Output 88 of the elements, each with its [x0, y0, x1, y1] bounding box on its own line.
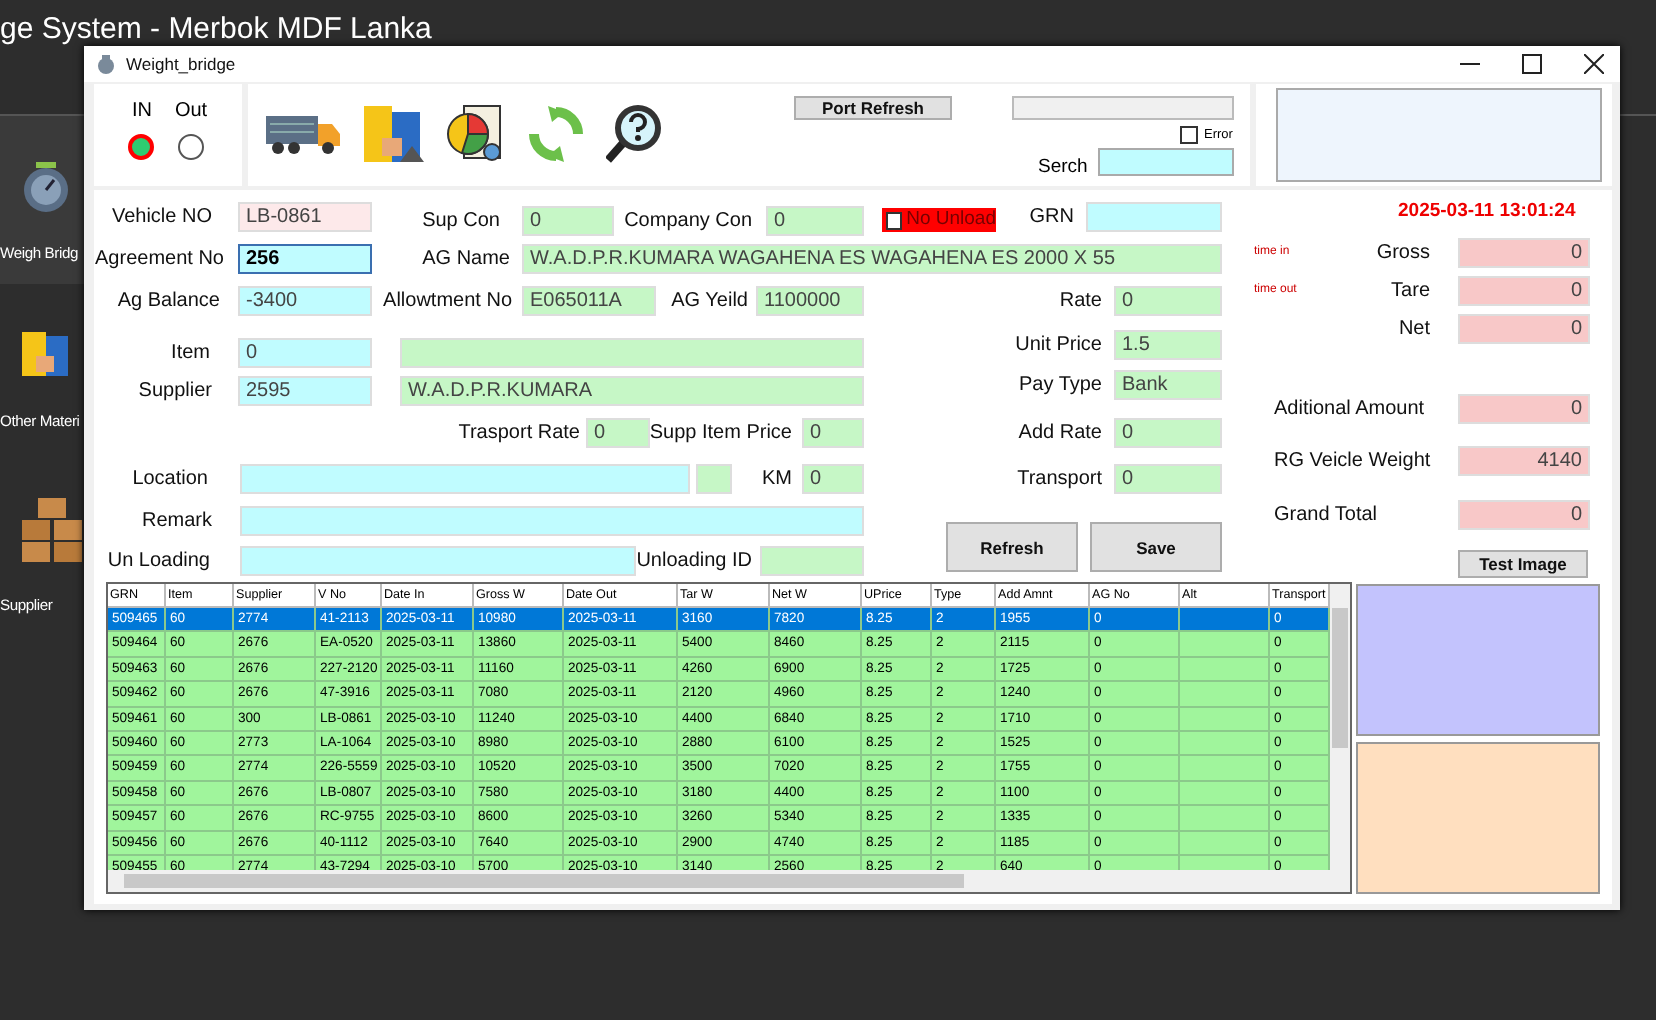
boxes-icon[interactable]	[364, 106, 424, 162]
scale-icon	[20, 160, 72, 212]
input-field[interactable]: 0	[1458, 500, 1590, 530]
input-field[interactable]	[760, 546, 864, 576]
field-label: AG Name	[422, 246, 510, 272]
input-field[interactable]: 0	[1114, 286, 1222, 316]
refresh-button[interactable]: Refresh	[946, 522, 1078, 572]
direction-label: IN	[131, 100, 152, 122]
field-label: Pay Type	[1018, 372, 1102, 398]
field-label: Un Loading	[107, 548, 210, 574]
horizontal-scrollbar[interactable]	[108, 870, 1350, 892]
field-label: Grand Total	[1274, 502, 1378, 528]
input-field[interactable]	[696, 464, 732, 494]
maximize-icon[interactable]	[1522, 54, 1542, 74]
input-field[interactable]: 1100000	[756, 286, 864, 316]
radio-button[interactable]	[178, 134, 204, 160]
input-field[interactable]: 2595	[238, 376, 372, 406]
vertical-scrollbar[interactable]	[1330, 584, 1350, 870]
field-label: Item	[171, 340, 210, 366]
report-chart-icon[interactable]	[446, 104, 506, 164]
input-field[interactable]: 0	[1458, 314, 1590, 344]
field-label: Transport	[1017, 466, 1102, 492]
field-label: RG Veicle Weight	[1274, 448, 1431, 474]
input-field[interactable]: 0	[1458, 276, 1590, 306]
input-field[interactable]	[240, 506, 864, 536]
input-field[interactable]: 0	[1458, 238, 1590, 268]
field-label: Sup Con	[422, 208, 500, 234]
field-label: Vehicle NO	[111, 204, 212, 230]
input-field[interactable]: LB-0861	[238, 202, 372, 232]
save-button[interactable]: Save	[1090, 522, 1222, 572]
error-checkbox[interactable]	[1180, 126, 1198, 144]
input-field[interactable]: 0	[1458, 394, 1590, 424]
input-field[interactable]	[240, 464, 690, 494]
input-field[interactable]: 0	[522, 206, 614, 236]
field-label: Agreement No	[95, 246, 224, 272]
field-label: AG Yeild	[671, 288, 748, 314]
input-field[interactable]: 0	[238, 338, 372, 368]
field-label: Supplier	[138, 378, 212, 404]
field-label: Unloading ID	[636, 548, 752, 574]
app-icon	[96, 54, 116, 74]
field-label: Unit Price	[1015, 332, 1102, 358]
input-field[interactable]: Bank	[1114, 370, 1222, 400]
field-label: Company Con	[624, 208, 752, 234]
input-field[interactable]: 256	[238, 244, 372, 274]
field-label: Aditional Amount	[1274, 396, 1425, 422]
test-image-button[interactable]: Test Image	[1458, 550, 1588, 578]
input-field[interactable]: 0	[1114, 418, 1222, 448]
input-field[interactable]	[240, 546, 636, 576]
input-field[interactable]: 4140	[1458, 446, 1590, 476]
field-label: GRN	[1029, 204, 1074, 230]
field-label: Supp Item Price	[649, 420, 792, 446]
field-label: Add Rate	[1018, 420, 1102, 446]
input-field[interactable]: 0	[802, 418, 864, 448]
boxes-icon	[20, 496, 84, 564]
input-field[interactable]: -3400	[238, 286, 372, 316]
search-field[interactable]	[1098, 148, 1234, 176]
input-field[interactable]: 0	[1114, 464, 1222, 494]
input-field[interactable]: 0	[766, 206, 864, 236]
field-label: Ag Balance	[117, 288, 220, 314]
input-field[interactable]: 0	[802, 464, 864, 494]
field-label: Net	[1398, 316, 1430, 342]
field-label: Remark	[141, 508, 212, 534]
input-field[interactable]: W.A.D.P.R.KUMARA	[400, 376, 864, 406]
search-label: Serch	[1038, 156, 1088, 178]
boxes-icon	[20, 328, 72, 380]
help-search-icon[interactable]	[606, 104, 662, 164]
field-label: Trasport Rate	[458, 420, 580, 446]
close-icon[interactable]	[1584, 54, 1604, 74]
field-label: Tare	[1391, 278, 1430, 304]
app-title: ge System - Merbok MDF Lanka	[0, 12, 432, 46]
input-field[interactable]: 0	[586, 418, 650, 448]
direction-label: Out	[174, 100, 208, 122]
field-label: Gross	[1376, 240, 1430, 266]
port-refresh-button[interactable]: Port Refresh	[794, 96, 952, 120]
field-label: KM	[762, 466, 792, 492]
input-field[interactable]: E065011A	[522, 286, 656, 316]
input-field[interactable]	[400, 338, 864, 368]
input-field[interactable]: 1.5	[1114, 330, 1222, 360]
window-title: Weight_bridge	[126, 54, 236, 74]
field-label: Allowtment No	[383, 288, 512, 314]
input-field[interactable]: W.A.D.P.R.KUMARA WAGAHENA ES WAGAHENA ES 2000 X 55	[522, 244, 1222, 274]
field-label: Rate	[1059, 288, 1102, 314]
radio-button[interactable]	[128, 134, 155, 160]
truck-icon[interactable]	[266, 112, 342, 156]
field-label: Location	[132, 466, 208, 492]
date-time: 2025-03-11 13:01:24	[1398, 200, 1576, 222]
input-field[interactable]	[1086, 202, 1222, 232]
refresh-icon[interactable]	[528, 106, 584, 162]
